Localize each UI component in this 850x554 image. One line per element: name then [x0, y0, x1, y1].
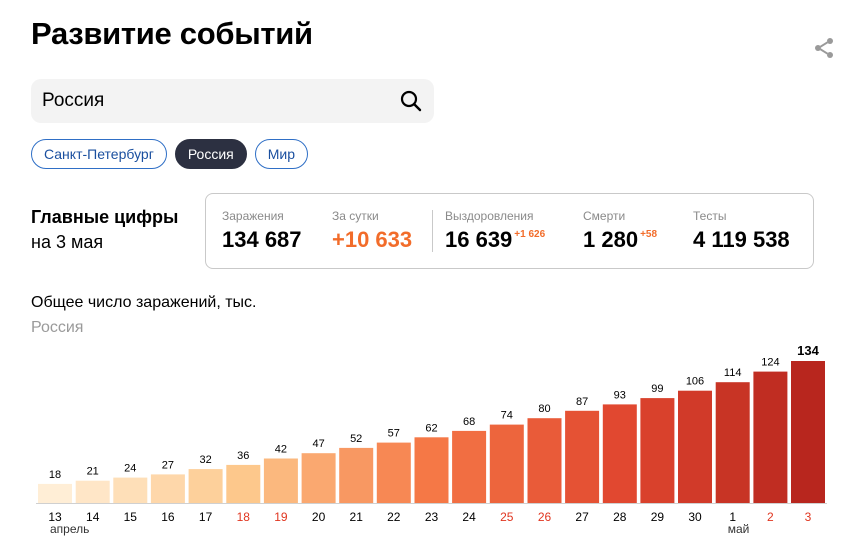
bar-2[interactable] — [753, 371, 788, 503]
stat-label: Тесты — [693, 209, 727, 223]
value-label-17: 32 — [199, 454, 211, 466]
value-label-19: 42 — [275, 444, 287, 456]
x-tick-21: 21 — [350, 510, 364, 524]
stat-value: 16 639 — [445, 227, 513, 252]
stat-delta: +1 626 — [514, 229, 546, 240]
stat-value: 134 687 — [222, 227, 302, 252]
x-tick-23: 23 — [425, 510, 439, 524]
x-tick-3: 3 — [805, 510, 812, 524]
value-label-3: 134 — [797, 343, 819, 358]
bar-23[interactable] — [414, 437, 449, 503]
bar-21[interactable] — [339, 447, 374, 503]
search-input[interactable]: Россия — [42, 79, 104, 123]
bar-22[interactable] — [376, 442, 411, 503]
stat-infections: Заражения 134 687 — [222, 209, 302, 253]
stat-value-wrap: 1 280 +58 — [583, 227, 657, 253]
x-tick-29: 29 — [651, 510, 665, 524]
share-icon[interactable] — [812, 36, 836, 60]
x-tick-30: 30 — [688, 510, 702, 524]
value-label-1: 114 — [724, 367, 742, 379]
bar-29[interactable] — [640, 398, 675, 503]
value-label-15: 24 — [124, 463, 136, 475]
x-tick-27: 27 — [575, 510, 589, 524]
value-label-25: 74 — [501, 410, 513, 422]
value-label-18: 36 — [237, 450, 249, 462]
x-tick-15: 15 — [124, 510, 138, 524]
x-tick-17: 17 — [199, 510, 213, 524]
stat-label: Выздоровления — [445, 209, 534, 223]
x-tick-2: 2 — [767, 510, 774, 524]
x-tick-19: 19 — [274, 510, 288, 524]
bar-26[interactable] — [527, 418, 562, 503]
region-chips: Санкт-Петербург Россия Мир — [31, 139, 309, 169]
x-tick-22: 22 — [387, 510, 401, 524]
x-tick-20: 20 — [312, 510, 326, 524]
chip-world[interactable]: Мир — [254, 139, 309, 169]
chart-title: Общее число заражений, тыс. — [31, 294, 257, 311]
month-label: май — [728, 522, 750, 536]
value-label-16: 27 — [162, 459, 174, 471]
x-tick-24: 24 — [462, 510, 476, 524]
bar-25[interactable] — [489, 424, 524, 503]
value-label-23: 62 — [425, 422, 437, 434]
bar-24[interactable] — [452, 430, 487, 503]
bar-15[interactable] — [113, 477, 148, 503]
page-title: Развитие событий — [31, 16, 313, 51]
value-label-20: 47 — [312, 438, 324, 450]
bar-3[interactable] — [791, 361, 825, 503]
stat-daily: За сутки +10 633 — [332, 209, 412, 253]
chip-russia[interactable]: Россия — [174, 139, 247, 169]
stat-value: 4 119 538 — [693, 227, 790, 252]
value-label-28: 93 — [614, 389, 626, 401]
main-figures-title: Главные цифры — [31, 207, 179, 227]
bar-30[interactable] — [678, 390, 712, 503]
bar-20[interactable] — [301, 453, 336, 503]
value-label-21: 52 — [350, 433, 362, 445]
x-tick-16: 16 — [161, 510, 175, 524]
stats-panel: Заражения 134 687 За сутки +10 633 Выздо… — [205, 193, 814, 269]
stats-divider — [432, 210, 433, 252]
stat-label: За сутки — [332, 209, 379, 223]
value-label-26: 80 — [538, 403, 550, 415]
bar-28[interactable] — [602, 404, 637, 503]
value-label-14: 21 — [87, 466, 99, 478]
bar-17[interactable] — [188, 469, 223, 503]
search-icon[interactable] — [400, 90, 422, 112]
stat-label: Смерти — [583, 209, 626, 223]
stat-delta: +58 — [640, 229, 658, 240]
stat-recovered: Выздоровления 16 639 +1 626 — [445, 209, 545, 253]
value-label-24: 68 — [463, 416, 475, 428]
search-box[interactable]: Россия — [31, 79, 434, 123]
value-label-22: 57 — [388, 428, 400, 440]
bar-19[interactable] — [263, 458, 298, 504]
month-label: апрель — [50, 522, 89, 536]
x-tick-28: 28 — [613, 510, 627, 524]
stat-value: +10 633 — [332, 227, 413, 252]
stat-tests: Тесты 4 119 538 — [693, 209, 790, 253]
x-tick-18: 18 — [237, 510, 251, 524]
stat-value-wrap: 16 639 +1 626 — [445, 227, 545, 253]
chip-saint-petersburg[interactable]: Санкт-Петербург — [31, 139, 167, 169]
stat-label: Заражения — [222, 209, 284, 223]
bar-16[interactable] — [150, 474, 185, 503]
value-label-29: 99 — [651, 383, 663, 395]
value-label-13: 18 — [49, 469, 61, 481]
x-tick-25: 25 — [500, 510, 514, 524]
main-figures-date: на 3 мая — [31, 232, 104, 252]
bar-18[interactable] — [226, 464, 261, 503]
value-label-27: 87 — [576, 396, 588, 408]
value-label-30: 106 — [686, 376, 704, 388]
stat-deaths: Смерти 1 280 +58 — [583, 209, 657, 253]
infections-bar-chart: 1813211424152716321736184219472052215722… — [36, 343, 827, 536]
bar-14[interactable] — [75, 480, 110, 503]
chart-subtitle: Россия — [31, 319, 84, 336]
bar-13[interactable] — [38, 483, 72, 503]
bar-1[interactable] — [715, 382, 750, 503]
value-label-2: 124 — [761, 357, 779, 369]
x-tick-26: 26 — [538, 510, 552, 524]
stat-value: 1 280 — [583, 227, 639, 252]
bar-27[interactable] — [565, 410, 600, 503]
